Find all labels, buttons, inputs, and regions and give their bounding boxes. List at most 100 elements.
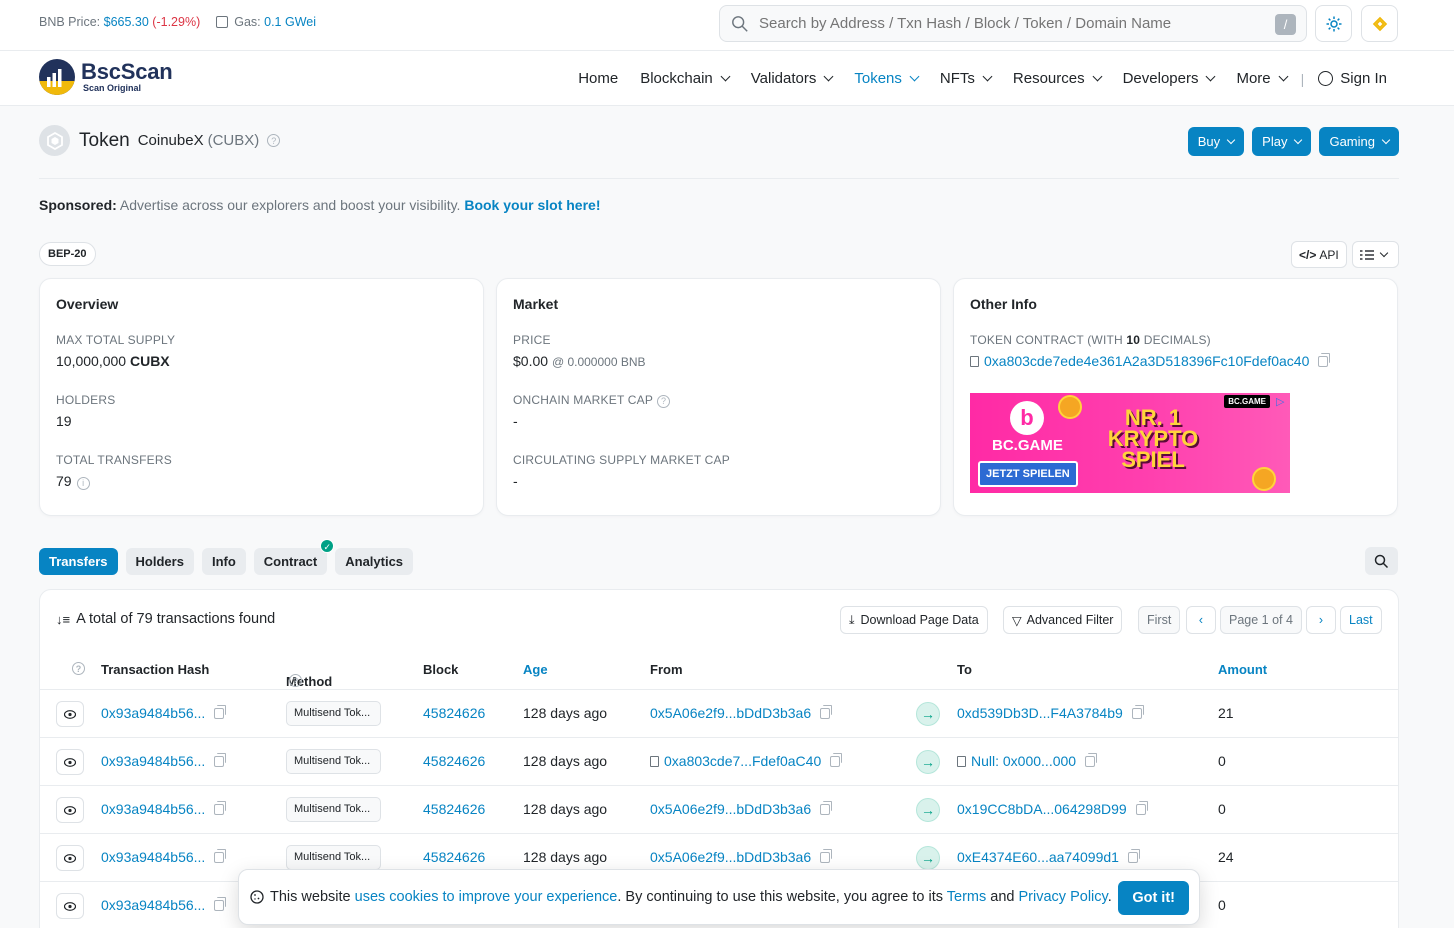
tab-info[interactable]: Info bbox=[201, 548, 246, 575]
view-details-button[interactable] bbox=[56, 701, 84, 727]
gas-value-link[interactable]: 0.1 GWei bbox=[264, 15, 316, 29]
from-address-link[interactable]: 0xa803cde7...Fdef0aC40 bbox=[664, 753, 821, 769]
to-address-link[interactable]: 0x19CC8bDA...064298D99 bbox=[957, 801, 1127, 817]
nav-item-developers[interactable]: Developers bbox=[1123, 70, 1216, 87]
copy-icon[interactable] bbox=[214, 705, 227, 719]
nav-item-resources[interactable]: Resources bbox=[1013, 70, 1103, 87]
copy-icon[interactable] bbox=[1127, 849, 1140, 863]
table-search-button[interactable] bbox=[1365, 547, 1398, 575]
book-slot-link[interactable]: Book your slot here! bbox=[464, 197, 600, 213]
first-page-button[interactable]: First bbox=[1138, 606, 1181, 634]
play-button[interactable]: Play bbox=[1252, 127, 1312, 156]
copy-icon[interactable] bbox=[1318, 353, 1331, 367]
help-icon[interactable]: ? bbox=[267, 134, 281, 147]
copy-icon[interactable] bbox=[214, 753, 227, 767]
more-options-button[interactable] bbox=[1352, 241, 1399, 268]
contract-address-link[interactable]: 0xa803cde7ede4e361A2a3D518396Fc10Fdef0ac… bbox=[984, 353, 1309, 369]
view-details-button[interactable] bbox=[56, 893, 84, 919]
from-address-link[interactable]: 0x5A06e2f9...bDdD3b3a6 bbox=[650, 705, 811, 721]
last-page-button[interactable]: Last bbox=[1340, 606, 1382, 634]
view-details-button[interactable] bbox=[56, 749, 84, 775]
tab-holders[interactable]: Holders bbox=[125, 548, 194, 575]
copy-icon[interactable] bbox=[1085, 753, 1098, 767]
col-amount-toggle[interactable]: Amount bbox=[1218, 662, 1267, 677]
copy-icon[interactable] bbox=[820, 705, 833, 719]
tx-hash-link[interactable]: 0x93a9484b56... bbox=[101, 849, 205, 865]
chevron-down-icon bbox=[1092, 71, 1103, 82]
to-address-link[interactable]: 0xE4374E60...aa74099d1 bbox=[957, 849, 1119, 865]
download-page-data-button[interactable]: ⤓ Download Page Data bbox=[840, 606, 988, 634]
copy-icon[interactable] bbox=[820, 849, 833, 863]
copy-icon[interactable] bbox=[820, 801, 833, 815]
bscscan-logo[interactable]: BscScan Scan Original bbox=[39, 59, 173, 95]
arrow-right-icon: → bbox=[916, 798, 940, 822]
tab-contract[interactable]: Contract ✓ bbox=[253, 539, 335, 575]
table-row: 0x93a9484b56... Multisend Tok... 4582462… bbox=[40, 786, 1398, 834]
copy-icon[interactable] bbox=[214, 849, 227, 863]
buy-button[interactable]: Buy bbox=[1187, 127, 1245, 156]
tx-hash-link[interactable]: 0x93a9484b56... bbox=[101, 801, 205, 817]
tx-hash-link[interactable]: 0x93a9484b56... bbox=[101, 753, 205, 769]
bnb-price-link[interactable]: $665.30 bbox=[104, 15, 149, 29]
nav-item-blockchain[interactable]: Blockchain bbox=[640, 70, 731, 87]
next-page-button[interactable]: › bbox=[1306, 606, 1336, 634]
tx-hash-link[interactable]: 0x93a9484b56... bbox=[101, 897, 205, 913]
ad-cta-button[interactable]: JETZT SPIELEN bbox=[978, 461, 1078, 487]
code-icon: </> bbox=[1299, 247, 1317, 262]
nav-item-nfts[interactable]: NFTs bbox=[940, 70, 993, 87]
gaming-button[interactable]: Gaming bbox=[1319, 127, 1399, 156]
age-value: 128 days ago bbox=[523, 753, 608, 769]
copy-icon[interactable] bbox=[1131, 705, 1144, 719]
arrow-right-icon: → bbox=[916, 702, 940, 726]
network-switch-button[interactable] bbox=[1361, 5, 1398, 42]
to-address-link[interactable]: Null: 0x000...000 bbox=[971, 753, 1076, 769]
privacy-policy-link[interactable]: Privacy Policy bbox=[1019, 889, 1108, 905]
copy-icon[interactable] bbox=[1135, 801, 1148, 815]
block-link[interactable]: 45824626 bbox=[423, 705, 485, 721]
token-standard-badge: BEP-20 bbox=[39, 242, 96, 266]
nav-item-validators[interactable]: Validators bbox=[751, 70, 834, 87]
from-address-link[interactable]: 0x5A06e2f9...bDdD3b3a6 bbox=[650, 801, 811, 817]
token-header: Token CoinubeX (CUBX) ? bbox=[39, 125, 281, 156]
help-icon[interactable]: ? bbox=[72, 662, 85, 675]
cookie-policy-link[interactable]: uses cookies to improve your experience bbox=[355, 889, 618, 905]
api-button[interactable]: </> API bbox=[1291, 241, 1347, 268]
search-input[interactable] bbox=[759, 15, 1259, 32]
ad-choices-icon[interactable]: ▷ bbox=[1276, 395, 1284, 408]
prev-page-button[interactable]: ‹ bbox=[1186, 606, 1216, 634]
info-icon[interactable]: i bbox=[76, 476, 90, 490]
top-bar: BNB Price: $665.30 (-1.29%) Gas: 0.1 GWe… bbox=[0, 0, 1454, 51]
block-link[interactable]: 45824626 bbox=[423, 753, 485, 769]
bnb-logo-icon bbox=[1372, 16, 1387, 31]
sign-in-label: Sign In bbox=[1340, 70, 1387, 87]
tab-analytics[interactable]: Analytics bbox=[335, 548, 414, 575]
col-age-toggle[interactable]: Age bbox=[523, 662, 548, 677]
help-icon[interactable]: ? bbox=[657, 394, 671, 408]
nav-item-more[interactable]: More bbox=[1236, 70, 1289, 87]
advanced-filter-button[interactable]: ▽ Advanced Filter bbox=[1003, 606, 1123, 634]
theme-toggle-button[interactable] bbox=[1315, 5, 1352, 42]
advertisement-banner[interactable]: b BC.GAME JETZT SPIELEN NR. 1 KRYPTO SPI… bbox=[970, 393, 1290, 493]
view-details-button[interactable] bbox=[56, 845, 84, 871]
nav-item-home[interactable]: Home bbox=[578, 70, 618, 87]
copy-icon[interactable] bbox=[214, 897, 227, 911]
copy-icon[interactable] bbox=[214, 801, 227, 815]
block-link[interactable]: 45824626 bbox=[423, 801, 485, 817]
view-details-button[interactable] bbox=[56, 797, 84, 823]
cookie-accept-button[interactable]: Got it! bbox=[1118, 881, 1189, 915]
help-icon[interactable]: ? bbox=[289, 674, 302, 687]
table-header: ? Transaction Hash Method? Block Age Fro… bbox=[40, 650, 1398, 690]
sign-in-link[interactable]: Sign In bbox=[1318, 70, 1387, 87]
nav-item-tokens[interactable]: Tokens bbox=[854, 70, 920, 87]
to-address-link[interactable]: 0xd539Db3D...F4A3784b9 bbox=[957, 705, 1123, 721]
tab-transfers[interactable]: Transfers bbox=[39, 548, 118, 575]
tx-hash-link[interactable]: 0x93a9484b56... bbox=[101, 705, 205, 721]
from-address-link[interactable]: 0x5A06e2f9...bDdD3b3a6 bbox=[650, 849, 811, 865]
header-action-buttons: Buy Play Gaming bbox=[1187, 127, 1399, 156]
chevron-down-icon bbox=[720, 71, 731, 82]
amount-value: 0 bbox=[1218, 801, 1226, 817]
search-bar[interactable]: / bbox=[719, 5, 1307, 42]
terms-link[interactable]: Terms bbox=[947, 889, 986, 905]
copy-icon[interactable] bbox=[830, 753, 843, 767]
block-link[interactable]: 45824626 bbox=[423, 849, 485, 865]
